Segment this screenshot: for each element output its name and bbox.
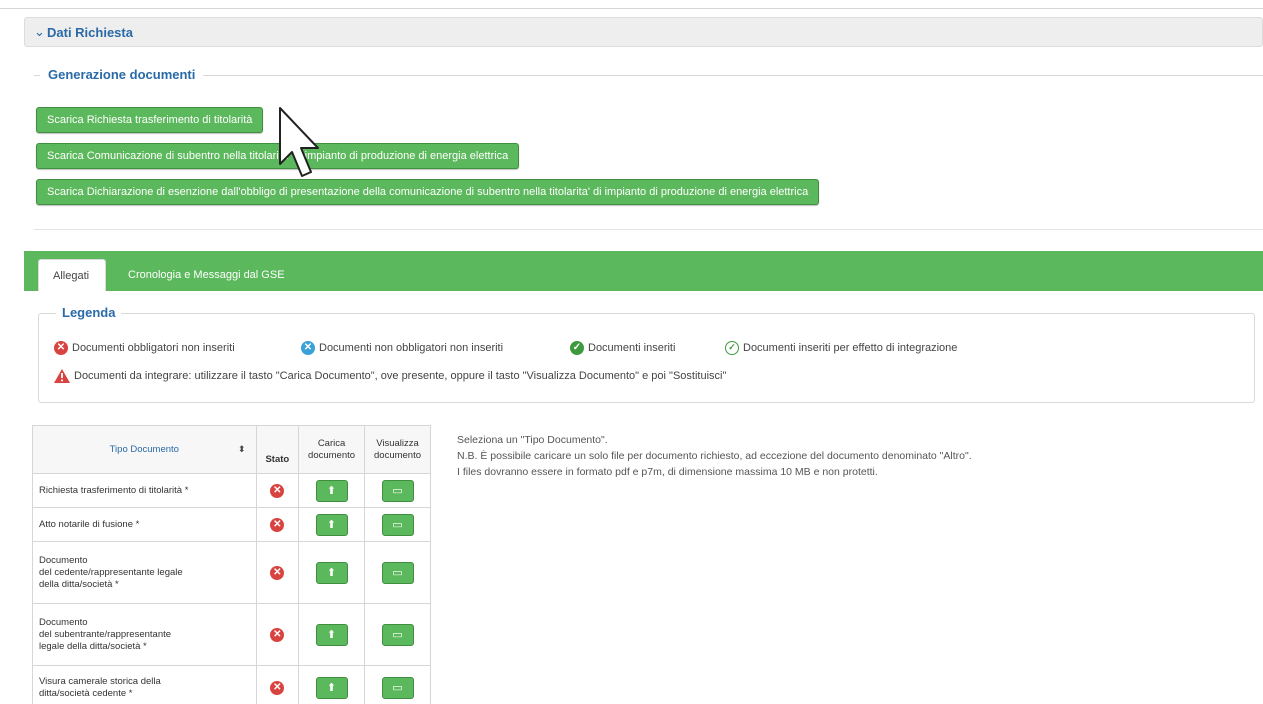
status-cell: ✕ <box>255 507 300 542</box>
upload-button[interactable]: ⬆ <box>315 561 348 584</box>
upload-cell: ⬆ <box>298 603 366 666</box>
upload-cell: ⬆ <box>298 541 366 604</box>
column-header-label: documento <box>308 449 356 461</box>
column-header-label: Tipo Documento <box>109 444 179 455</box>
document-name: Documento del cedente/rappresentante leg… <box>32 541 257 604</box>
legenda-item-integrazione: ✓ Documenti inseriti per effetto di inte… <box>725 341 957 355</box>
status-cell: ✕ <box>255 665 300 704</box>
upload-cell: ⬆ <box>298 473 366 508</box>
table-row[interactable]: Documento del subentrante/rappresentante… <box>32 603 431 666</box>
warning-triangle-icon <box>54 369 70 383</box>
error-circle-icon: ✕ <box>270 565 285 580</box>
info-circle-icon: ✕ <box>301 341 315 355</box>
document-name: Visura camerale storica della ditta/soci… <box>32 665 257 704</box>
upload-button[interactable]: ⬆ <box>315 513 348 536</box>
document-name: Documento del subentrante/rappresentante… <box>32 603 257 666</box>
column-header-stato: Stato <box>255 425 300 474</box>
table-row[interactable]: Richiesta trasferimento di titolarità * … <box>32 473 431 508</box>
status-cell: ✕ <box>255 473 300 508</box>
help-line: Seleziona un "Tipo Documento". <box>457 434 608 446</box>
sort-icon[interactable]: ⬍ <box>238 444 246 455</box>
section-title: Dati Richiesta <box>47 25 133 40</box>
legenda-item-label: Documenti inseriti per effetto di integr… <box>743 342 958 354</box>
column-header-visualizza: Visualizza documento <box>364 425 431 474</box>
legenda-item-inseriti: ✓ Documenti inseriti <box>570 341 675 355</box>
download-richiesta-button[interactable]: Scarica Richiesta trasferimento di titol… <box>36 107 264 133</box>
legenda-item-label: Documenti obbligatori non inseriti <box>72 342 235 354</box>
upload-cell: ⬆ <box>298 507 366 542</box>
tab-cronologia[interactable]: Cronologia e Messaggi dal GSE <box>128 268 285 282</box>
download-dichiarazione-button[interactable]: Scarica Dichiarazione di esenzione dall'… <box>36 179 820 205</box>
legenda-item-da-integrare: Documenti da integrare: utilizzare il ta… <box>54 369 726 383</box>
column-header-tipo[interactable]: Tipo Documento ⬍ <box>32 425 257 474</box>
column-header-label: documento <box>374 449 422 461</box>
view-cell: ▭ <box>364 507 431 542</box>
legenda-title: Legenda <box>56 305 122 320</box>
legenda-item-label: Documenti da integrare: utilizzare il ta… <box>74 370 727 382</box>
column-header-carica: Carica documento <box>298 425 366 474</box>
error-circle-icon: ✕ <box>270 483 285 498</box>
upload-button[interactable]: ⬆ <box>315 676 348 699</box>
table-row[interactable]: Documento del cedente/rappresentante leg… <box>32 541 431 604</box>
upload-button[interactable]: ⬆ <box>315 479 348 502</box>
table-row[interactable]: Visura camerale storica della ditta/soci… <box>32 665 431 704</box>
folder-open-button[interactable]: ▭ <box>381 676 414 699</box>
view-cell: ▭ <box>364 541 431 604</box>
view-cell: ▭ <box>364 473 431 508</box>
view-cell: ▭ <box>364 665 431 704</box>
help-line: I files dovranno essere in formato pdf e… <box>457 466 878 478</box>
error-circle-icon: ✕ <box>270 517 285 532</box>
error-circle-icon: ✕ <box>54 341 68 355</box>
document-name: Atto notarile di fusione * <box>32 507 257 542</box>
folder-open-button[interactable]: ▭ <box>381 623 414 646</box>
help-line: N.B. È possibile caricare un solo file p… <box>457 450 972 462</box>
folder-open-button[interactable]: ▭ <box>381 479 414 502</box>
chevron-down-icon: ⌄ <box>34 24 45 39</box>
table-row[interactable]: Atto notarile di fusione * ✕ ⬆ ▭ <box>32 507 431 542</box>
upload-cell: ⬆ <box>298 665 366 704</box>
legenda-fieldset <box>38 313 1255 403</box>
legenda-item-obbligatori: ✕ Documenti obbligatori non inseriti <box>54 341 235 355</box>
legenda-item-label: Documenti inseriti <box>588 342 676 354</box>
column-header-label: Visualizza <box>376 437 419 449</box>
status-cell: ✕ <box>255 603 300 666</box>
document-name: Richiesta trasferimento di titolarità * <box>32 473 257 508</box>
view-cell: ▭ <box>364 603 431 666</box>
mouse-cursor-icon <box>279 107 319 177</box>
help-text: Seleziona un "Tipo Documento". N.B. È po… <box>457 432 972 480</box>
status-cell: ✕ <box>255 541 300 604</box>
column-header-label: Carica <box>317 437 346 449</box>
error-circle-icon: ✕ <box>270 680 285 695</box>
check-outline-icon: ✓ <box>725 341 739 355</box>
legenda-item-non-obbligatori: ✕ Documenti non obbligatori non inseriti <box>301 341 503 355</box>
tab-allegati[interactable]: Allegati <box>38 259 106 291</box>
check-circle-icon: ✓ <box>570 341 584 355</box>
folder-open-button[interactable]: ▭ <box>381 513 414 536</box>
legenda-item-label: Documenti non obbligatori non inseriti <box>319 342 504 354</box>
folder-open-button[interactable]: ▭ <box>381 561 414 584</box>
dati-richiesta-header[interactable]: ⌄ Dati Richiesta <box>24 17 1263 47</box>
upload-button[interactable]: ⬆ <box>315 623 348 646</box>
documents-table: Tipo Documento ⬍ Stato Carica documento … <box>32 425 431 704</box>
top-divider <box>0 8 1263 9</box>
generazione-legend: Generazione documenti <box>40 67 204 82</box>
error-circle-icon: ✕ <box>270 627 285 642</box>
